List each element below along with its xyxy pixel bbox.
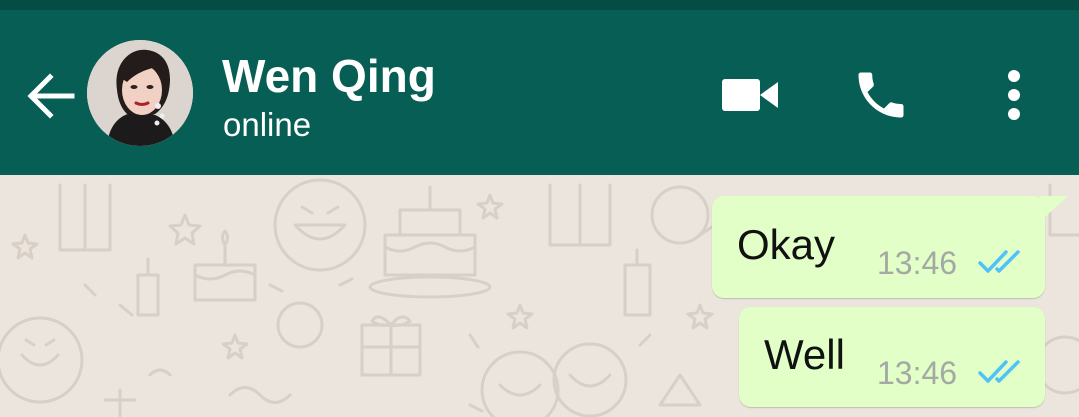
message-timestamp: 13:46	[877, 355, 958, 391]
contact-name[interactable]: Wen Qing	[222, 48, 436, 104]
bubble-tail	[1040, 196, 1068, 218]
video-call-button[interactable]	[710, 55, 790, 135]
message-text: Okay	[737, 221, 836, 268]
arrow-left-icon	[27, 73, 75, 119]
contact-avatar[interactable]	[87, 40, 193, 146]
message-bubble-outgoing[interactable]: Well 13:46	[739, 307, 1045, 407]
voice-call-button[interactable]	[841, 55, 921, 135]
message-timestamp: 13:46	[877, 245, 958, 281]
contact-status: online	[223, 106, 312, 143]
double-check-icon	[978, 250, 1020, 273]
avatar-portrait	[87, 40, 193, 146]
more-vertical-icon	[1008, 70, 1020, 120]
status-bar	[0, 0, 1079, 10]
message-text: Well	[764, 331, 845, 378]
chat-area[interactable]: Okay 13:46 Well 13:46	[0, 175, 1079, 417]
back-button[interactable]	[22, 68, 78, 124]
double-check-icon	[978, 360, 1020, 383]
message-bubble-outgoing[interactable]: Okay 13:46	[712, 196, 1045, 298]
more-options-button[interactable]	[974, 55, 1054, 135]
chat-header: Wen Qing online	[0, 10, 1079, 175]
video-camera-icon	[722, 79, 778, 111]
phone-icon	[858, 72, 904, 118]
